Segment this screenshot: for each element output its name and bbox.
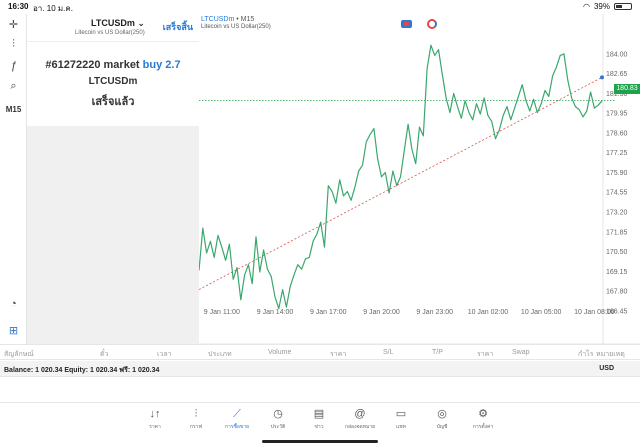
x-tick-label: 10 Jan 08:00 [574,309,615,316]
col-swap: Swap [512,349,530,356]
trendline [199,77,603,290]
y-tick-label: 171.85 [606,229,628,236]
done-button[interactable]: เสร็จสิ้น [163,20,193,34]
timeframe-button[interactable]: M15 [0,105,27,114]
status-right: ◠ 39% [583,2,632,11]
nav-settings[interactable]: ⚙ การตั้งค่า [466,407,500,431]
order-summary: #61272220 market buy 2.7 [27,59,199,71]
col-sl: S/L [383,349,394,356]
y-tick-label: 175.90 [606,170,628,177]
chat-icon: ▭ [395,408,407,420]
chevron-down-icon: ⌄ [137,18,145,28]
objects-icon[interactable]: ⌕ [0,80,27,93]
order-empty-area [27,126,199,344]
settings-icon: ⚙ [478,408,488,420]
y-tick-label: 178.60 [606,130,628,137]
battery-icon [614,3,632,10]
price-chart[interactable]: LTCUSDm • M15 Litecoin vs US Dollar(250)… [199,14,640,344]
quotes-icon: ↓↑ [149,408,161,420]
nav-mailbox[interactable]: @ กล่องจดหมาย [343,407,377,431]
nav-trade[interactable]: ⟋ การซื้อขาย [220,407,254,431]
nav-history[interactable]: ◷ ประวัติ [261,407,295,431]
col-time: เวลา [157,351,172,358]
battery-percent: 39% [593,2,610,11]
order-header: LTCUSDm ⌄ Litecoin vs US Dollar(250) เสร… [27,14,199,42]
current-price-tag: 180.83 [614,84,640,94]
balance-currency: USD [599,365,614,372]
symbol-description: Litecoin vs US Dollar(250) [75,30,145,36]
nav-chat-label: แชท [396,424,406,430]
chart-tools-sidebar: ✛ ⫶ ƒ ⌕ M15 ◔ ⊞ [0,14,27,344]
chart-icon: ⫶ [194,408,198,420]
nav-history-label: ประวัติ [270,424,286,430]
nav-trade-label: การซื้อขาย [224,424,250,430]
balance-text: Balance: 1 020.34 Equity: 1 020.34 ฟรี: … [4,367,160,374]
trade-icon: ⟋ [233,408,241,420]
home-indicator [262,440,378,443]
symbol-name: LTCUSDm [91,18,135,28]
y-tick-label: 174.55 [606,190,628,197]
x-tick-label: 9 Jan 17:00 [310,309,347,316]
nav-account-label: บัญชี [436,424,448,430]
col-comment: หมายเหตุ [596,351,625,358]
nav-account[interactable]: ◎ บัญชี [425,407,459,431]
history-icon: ◷ [273,408,283,420]
wifi-icon: ◠ [583,2,590,11]
mailbox-icon: @ [354,408,366,420]
order-action: buy 2.7 [142,59,181,71]
y-tick-label: 169.15 [606,269,628,276]
indicators-icon[interactable]: ⫶ [0,38,27,51]
status-bar: 16:30 อา. 10 ม.ค. ◠ 39% [0,0,640,14]
nav-chart[interactable]: ⫶ กราฟ [179,407,213,431]
order-ticket: #61272220 market [45,59,140,71]
x-tick-label: 9 Jan 14:00 [257,309,294,316]
nav-news-label: ข่าว [314,424,324,430]
x-tick-label: 10 Jan 05:00 [521,309,562,316]
order-result-panel: #61272220 market buy 2.7 LTCUSDm เสร็จแล… [27,42,199,126]
speed-icon[interactable]: ◔ [0,298,27,310]
col-profit: กำไร [578,351,594,358]
y-tick-label: 167.80 [606,289,628,296]
trade-table-header: สัญลักษณ์ ตั๋ว เวลา ประเภท Volume ราคา S… [0,344,640,360]
y-tick-label: 184.00 [606,51,628,58]
function-icon[interactable]: ƒ [0,60,27,72]
nav-chart-label: กราฟ [189,424,203,430]
col-symbol: สัญลักษณ์ [4,351,34,358]
x-tick-label: 10 Jan 02:00 [468,309,509,316]
nav-chat[interactable]: ▭ แชท [384,407,418,431]
col-tp: T/P [432,349,443,356]
col-type: ประเภท [208,351,232,358]
order-symbol: LTCUSDm [88,76,138,87]
symbol-selector[interactable]: LTCUSDm ⌄ [91,18,145,29]
col-price: ราคา [330,351,347,358]
new-order-icon[interactable]: ⊞ [0,324,27,337]
y-tick-label: 177.25 [606,150,628,157]
crosshair-icon[interactable]: ✛ [0,18,27,31]
balance-bar: Balance: 1 020.34 Equity: 1 020.34 ฟรี: … [0,361,640,377]
account-icon: ◎ [437,408,447,420]
price-series-line [199,44,603,310]
nav-quotes-label: ราคา [149,424,161,430]
col-current-price: ราคา [477,351,494,358]
x-tick-label: 9 Jan 23:00 [416,309,453,316]
news-icon: ▤ [313,408,325,420]
nav-settings-label: การตั้งค่า [472,424,494,430]
status-time: 16:30 [8,2,29,11]
y-tick-label: 182.65 [606,71,628,78]
y-tick-label: 173.20 [606,210,628,217]
nav-mailbox-label: กล่องจดหมาย [344,424,376,430]
y-tick-label: 170.50 [606,249,628,256]
x-tick-label: 9 Jan 11:00 [204,309,240,316]
nav-quotes[interactable]: ↓↑ ราคา [138,407,172,431]
chart-canvas[interactable]: 184.00182.65181.30179.95178.60177.25175.… [199,14,640,344]
x-tick-label: 9 Jan 20:00 [363,309,400,316]
nav-news[interactable]: ▤ ข่าว [302,407,336,431]
order-status: เสร็จแล้ว [91,96,135,108]
y-tick-label: 179.95 [606,111,628,118]
col-volume: Volume [268,349,292,356]
trendline-handle [600,75,604,80]
col-ticket: ตั๋ว [100,351,109,358]
